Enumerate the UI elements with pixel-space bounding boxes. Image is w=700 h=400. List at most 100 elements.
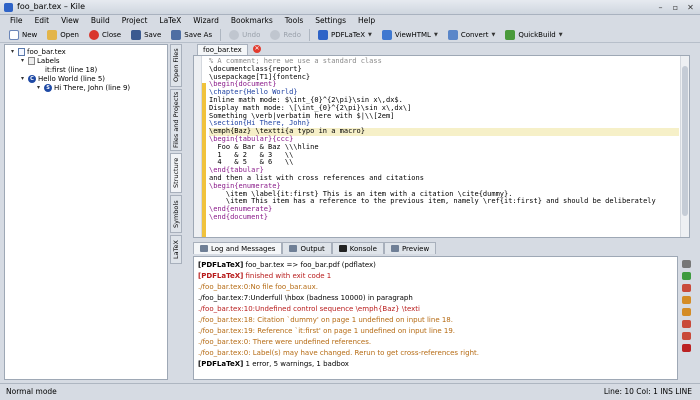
pdflatex-button[interactable]: PDFLaTeX ▼ <box>313 28 377 42</box>
tree-section[interactable]: ▾ S Hi There, John (line 9) <box>35 83 130 92</box>
tree-root-label: foo_bar.tex <box>27 47 66 56</box>
menu-project[interactable]: Project <box>116 15 154 27</box>
konsole-icon <box>338 245 347 252</box>
save-button[interactable]: Save <box>126 28 166 42</box>
collapse-icon[interactable]: ▾ <box>19 57 26 64</box>
menu-wizard[interactable]: Wizard <box>187 15 225 27</box>
log-line: ./foo_bar.tex:7:Underfull \hbox (badness… <box>198 293 673 304</box>
next-badbox-icon[interactable] <box>682 320 691 328</box>
tree-labels-label: Labels <box>37 56 60 65</box>
redo-label: Redo <box>283 30 301 39</box>
menu-file[interactable]: File <box>4 15 29 27</box>
chevron-down-icon[interactable]: ▼ <box>492 32 496 38</box>
tab-files-and-projects[interactable]: Files and Projects <box>170 89 182 151</box>
stop-icon[interactable] <box>682 344 691 352</box>
log-text: ./foo_bar.tex:18: Citation `dummy' on pa… <box>198 316 453 324</box>
chevron-down-icon[interactable]: ▼ <box>434 32 438 38</box>
chevron-down-icon[interactable]: ▼ <box>559 32 563 38</box>
toolbar-separator <box>308 28 310 41</box>
close-button[interactable]: Close <box>84 28 126 42</box>
redo-icon <box>270 29 281 40</box>
collapse-icon[interactable]: ▾ <box>19 75 26 82</box>
next-warning-icon[interactable] <box>682 296 691 304</box>
open-button[interactable]: Open <box>42 28 84 42</box>
menu-settings[interactable]: Settings <box>309 15 352 27</box>
side-tab-bar: Open Files Files and Projects Structure … <box>170 44 182 264</box>
menu-view[interactable]: View <box>55 15 85 27</box>
next-error-icon[interactable] <box>682 272 691 280</box>
toolbar-separator <box>220 28 222 41</box>
tab-output[interactable]: Output <box>282 242 332 254</box>
tree-root[interactable]: ▾ foo_bar.tex <box>9 47 66 56</box>
save-as-label: Save As <box>184 30 213 39</box>
log-side-toolbar <box>681 258 693 378</box>
convert-label: Convert <box>460 30 489 39</box>
tab-konsole[interactable]: Konsole <box>331 242 384 254</box>
tree-label-item[interactable]: it:first (line 18) <box>45 65 97 74</box>
tree-labels[interactable]: ▾ Labels <box>19 56 60 65</box>
window-title: foo_bar.tex – Kile <box>17 2 86 11</box>
open-folder-icon <box>47 29 58 40</box>
undo-button[interactable]: Undo <box>224 28 265 42</box>
menu-edit[interactable]: Edit <box>29 15 56 27</box>
quickbuild-button[interactable]: QuickBuild ▼ <box>500 28 567 42</box>
previous-warning-icon[interactable] <box>682 308 691 316</box>
log-text: ./foo_bar.tex:10:Undefined control seque… <box>198 305 420 313</box>
tab-open-files[interactable]: Open Files <box>170 44 182 87</box>
tab-structure[interactable]: Structure <box>170 153 182 193</box>
collapse-icon[interactable]: ▾ <box>9 48 16 55</box>
code-line: 4 & 5 & 6 \\ <box>209 158 294 167</box>
new-label: New <box>22 30 38 39</box>
log-line: ./foo_bar.tex:19: Reference `it:first' o… <box>198 326 673 337</box>
log-panel[interactable]: [PDFLaTeX] foo_bar.tex => foo_bar.pdf (p… <box>193 256 678 380</box>
viewhtml-icon <box>381 29 392 40</box>
log-tag: [PDFLaTeX] <box>198 272 244 280</box>
previous-error-icon[interactable] <box>682 284 691 292</box>
tab-preview-label: Preview <box>401 244 430 253</box>
kile-app-icon <box>4 3 13 12</box>
viewhtml-label: ViewHTML <box>394 30 431 39</box>
log-icon <box>200 245 208 252</box>
maximize-icon[interactable]: ▫ <box>670 2 681 13</box>
close-tab-icon[interactable]: ✕ <box>253 45 261 53</box>
status-mode: Normal mode <box>6 387 57 396</box>
previous-badbox-icon[interactable] <box>682 332 691 340</box>
menu-bookmarks[interactable]: Bookmarks <box>225 15 279 27</box>
redo-button[interactable]: Redo <box>265 28 306 42</box>
structure-panel: ▾ foo_bar.tex ▾ Labels it:first (line 18… <box>4 44 168 380</box>
tab-log-and-messages[interactable]: Log and Messages <box>193 242 283 254</box>
collapse-icon[interactable]: ▾ <box>35 84 42 91</box>
tree-chapter[interactable]: ▾ C Hello World (line 5) <box>19 74 105 83</box>
bottom-tab-bar: Log and Messages Output Konsole Preview <box>193 242 690 254</box>
new-button[interactable]: New <box>4 28 42 42</box>
log-text: foo_bar.tex => foo_bar.pdf (pdflatex) <box>243 261 376 269</box>
document-tab[interactable]: foo_bar.tex <box>197 44 248 55</box>
convert-button[interactable]: Convert ▼ <box>443 28 501 42</box>
minimize-icon[interactable]: – <box>655 2 666 13</box>
menu-latex[interactable]: LaTeX <box>153 15 187 27</box>
code-line: \item This item has a reference to the p… <box>209 197 656 206</box>
undo-icon <box>229 29 240 40</box>
tab-latex[interactable]: LaTeX <box>170 235 182 264</box>
tab-preview[interactable]: Preview <box>383 242 437 254</box>
close-window-icon[interactable]: ✕ <box>685 2 696 13</box>
tree-label-item-text: it:first (line 18) <box>45 65 98 74</box>
menu-help[interactable]: Help <box>352 15 381 27</box>
chevron-down-icon[interactable]: ▼ <box>368 32 372 38</box>
code-text[interactable]: % A comment; here we use a standard clas… <box>209 57 679 222</box>
menu-tools[interactable]: Tools <box>279 15 309 27</box>
save-as-button[interactable]: Save As <box>166 28 217 42</box>
viewhtml-button[interactable]: ViewHTML ▼ <box>377 28 443 42</box>
log-line: [PDFLaTeX] foo_bar.tex => foo_bar.pdf (p… <box>198 260 673 271</box>
editor-scrollbar[interactable] <box>680 56 689 237</box>
menu-bar: File Edit View Build Project LaTeX Wizar… <box>0 15 700 27</box>
tab-output-label: Output <box>300 244 325 253</box>
main-toolbar: New Open Close Save Save As Undo Redo PD… <box>0 27 700 43</box>
fold-markers <box>202 56 207 237</box>
window-controls: – ▫ ✕ <box>655 2 696 13</box>
code-editor[interactable]: % A comment; here we use a standard clas… <box>193 55 690 238</box>
tab-symbols[interactable]: Symbols <box>170 195 182 233</box>
clear-log-icon[interactable] <box>682 260 691 268</box>
scrollbar-thumb[interactable] <box>682 66 688 216</box>
menu-build[interactable]: Build <box>85 15 116 27</box>
